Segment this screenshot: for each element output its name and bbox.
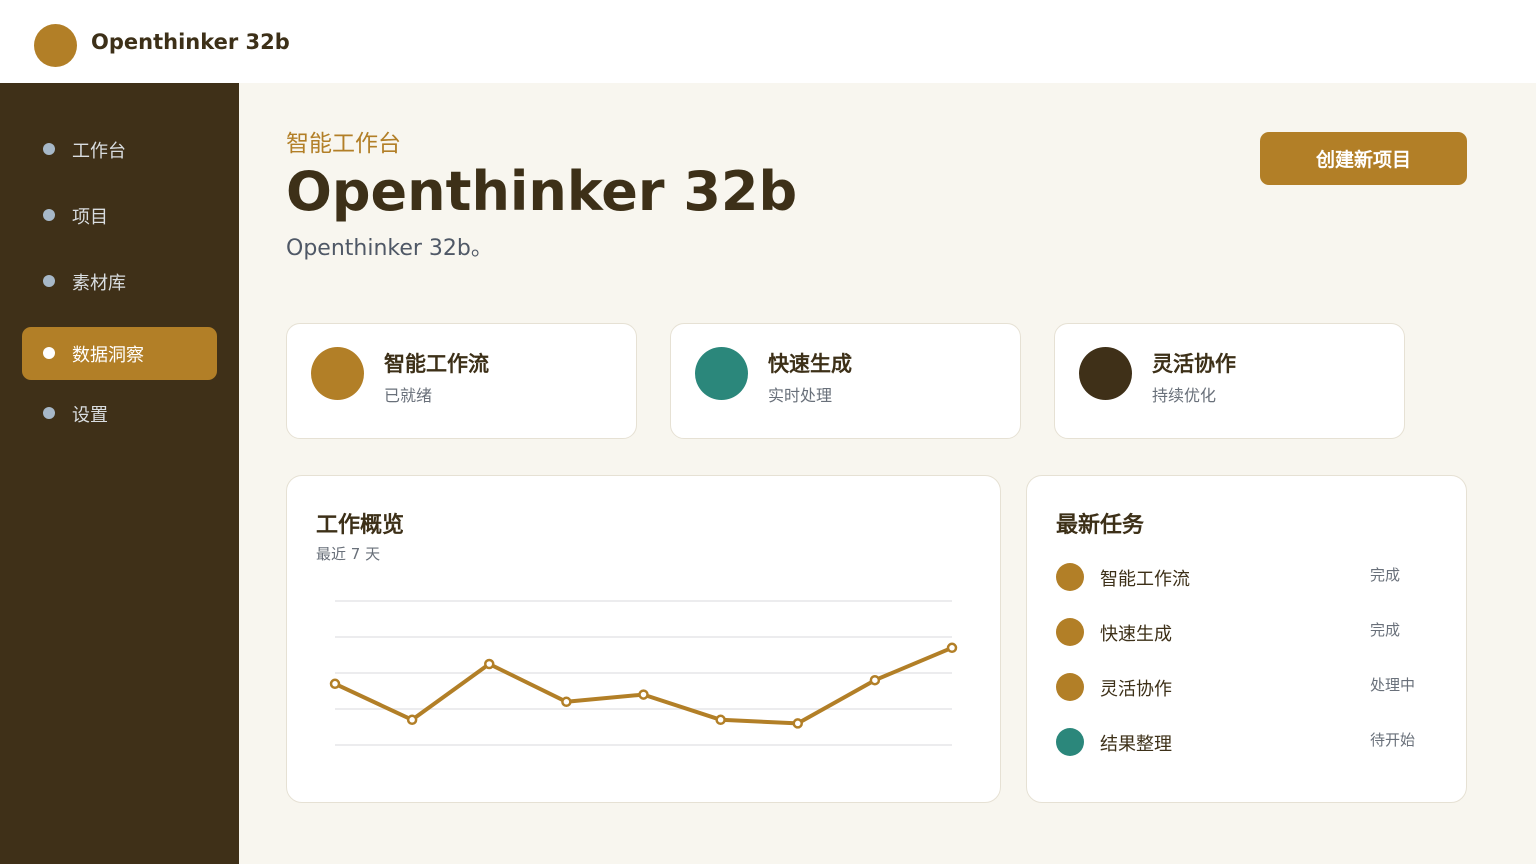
brand-logo[interactable] — [34, 24, 77, 67]
task-status: 处理中 — [1370, 676, 1416, 694]
page-title: Openthinker 32b — [286, 160, 798, 223]
chart-series-line — [333, 645, 954, 726]
sidebar: 工作台 项目 素材库 数据洞察 设置 — [0, 83, 239, 864]
feature-card-workflow[interactable]: 智能工作流 已就绪 — [286, 323, 637, 439]
chart-point[interactable] — [561, 696, 572, 708]
tasks-title: 最新任务 — [1056, 513, 1145, 538]
task-row[interactable]: 智能工作流 完成 — [1056, 556, 1436, 596]
overview-line-chart — [329, 600, 958, 746]
chart-point[interactable] — [484, 658, 495, 670]
task-name: 智能工作流 — [1100, 569, 1190, 590]
sidebar-item-label: 项目 — [72, 207, 108, 228]
task-status-dot-icon — [1056, 728, 1084, 756]
task-name: 灵活协作 — [1100, 679, 1172, 700]
brand-name[interactable]: Openthinker 32b — [91, 30, 290, 54]
sidebar-item-settings[interactable]: 设置 — [22, 387, 217, 440]
chart-point[interactable] — [406, 714, 418, 726]
sidebar-item-label: 数据洞察 — [72, 345, 144, 366]
sidebar-item-projects[interactable]: 项目 — [22, 189, 217, 242]
feature-title: 快速生成 — [768, 352, 852, 376]
chart-point[interactable] — [715, 714, 726, 726]
feature-status: 持续优化 — [1152, 386, 1217, 405]
nav-bullet-icon — [43, 275, 55, 287]
sidebar-item-assets[interactable]: 素材库 — [22, 255, 217, 308]
tasks-panel: 最新任务 智能工作流 完成 快速生成 完成 灵活协作 处理中 结果整理 待开始 — [1026, 475, 1467, 803]
task-row[interactable]: 快速生成 完成 — [1056, 611, 1436, 651]
feature-status: 实时处理 — [768, 386, 833, 405]
page-kicker: 智能工作台 — [286, 131, 401, 157]
nav-bullet-icon — [43, 209, 55, 221]
page-subtitle: Openthinker 32b。 — [286, 236, 493, 261]
chart-point[interactable] — [329, 678, 341, 690]
sidebar-item-label: 素材库 — [72, 273, 126, 294]
feature-title: 灵活协作 — [1152, 352, 1236, 376]
task-status: 完成 — [1370, 566, 1401, 584]
task-status-dot-icon — [1056, 563, 1084, 591]
feature-card-generate[interactable]: 快速生成 实时处理 — [670, 323, 1021, 439]
task-row[interactable]: 灵活协作 处理中 — [1056, 666, 1436, 706]
feature-card-collab[interactable]: 灵活协作 持续优化 — [1054, 323, 1405, 439]
nav-bullet-icon — [43, 143, 55, 155]
chart-point[interactable] — [638, 689, 649, 700]
nav-bullet-icon — [43, 347, 55, 359]
task-status-dot-icon — [1056, 673, 1084, 701]
feature-status: 已就绪 — [384, 386, 433, 405]
feature-title: 智能工作流 — [384, 352, 489, 376]
task-status-dot-icon — [1056, 618, 1084, 646]
chart-point[interactable] — [792, 718, 803, 729]
task-name: 结果整理 — [1100, 734, 1172, 755]
task-status: 完成 — [1370, 621, 1401, 639]
sidebar-item-label: 设置 — [72, 405, 108, 426]
feature-circle-icon — [1079, 347, 1132, 400]
sidebar-item-workbench[interactable]: 工作台 — [22, 123, 217, 176]
nav-bullet-icon — [43, 407, 55, 419]
task-row[interactable]: 结果整理 待开始 — [1056, 721, 1436, 761]
feature-circle-icon — [695, 347, 748, 400]
top-bar: Openthinker 32b — [0, 0, 1536, 83]
feature-circle-icon — [311, 347, 364, 400]
chart-point[interactable] — [869, 674, 881, 686]
overview-panel: 工作概览 最近 7 天 — [286, 475, 1001, 803]
sidebar-item-insights[interactable]: 数据洞察 — [22, 327, 217, 380]
task-name: 快速生成 — [1100, 624, 1172, 645]
task-status: 待开始 — [1370, 731, 1416, 749]
create-project-button[interactable]: 创建新项目 — [1260, 132, 1467, 185]
sidebar-item-label: 工作台 — [72, 141, 126, 162]
chart-point[interactable] — [946, 642, 958, 654]
